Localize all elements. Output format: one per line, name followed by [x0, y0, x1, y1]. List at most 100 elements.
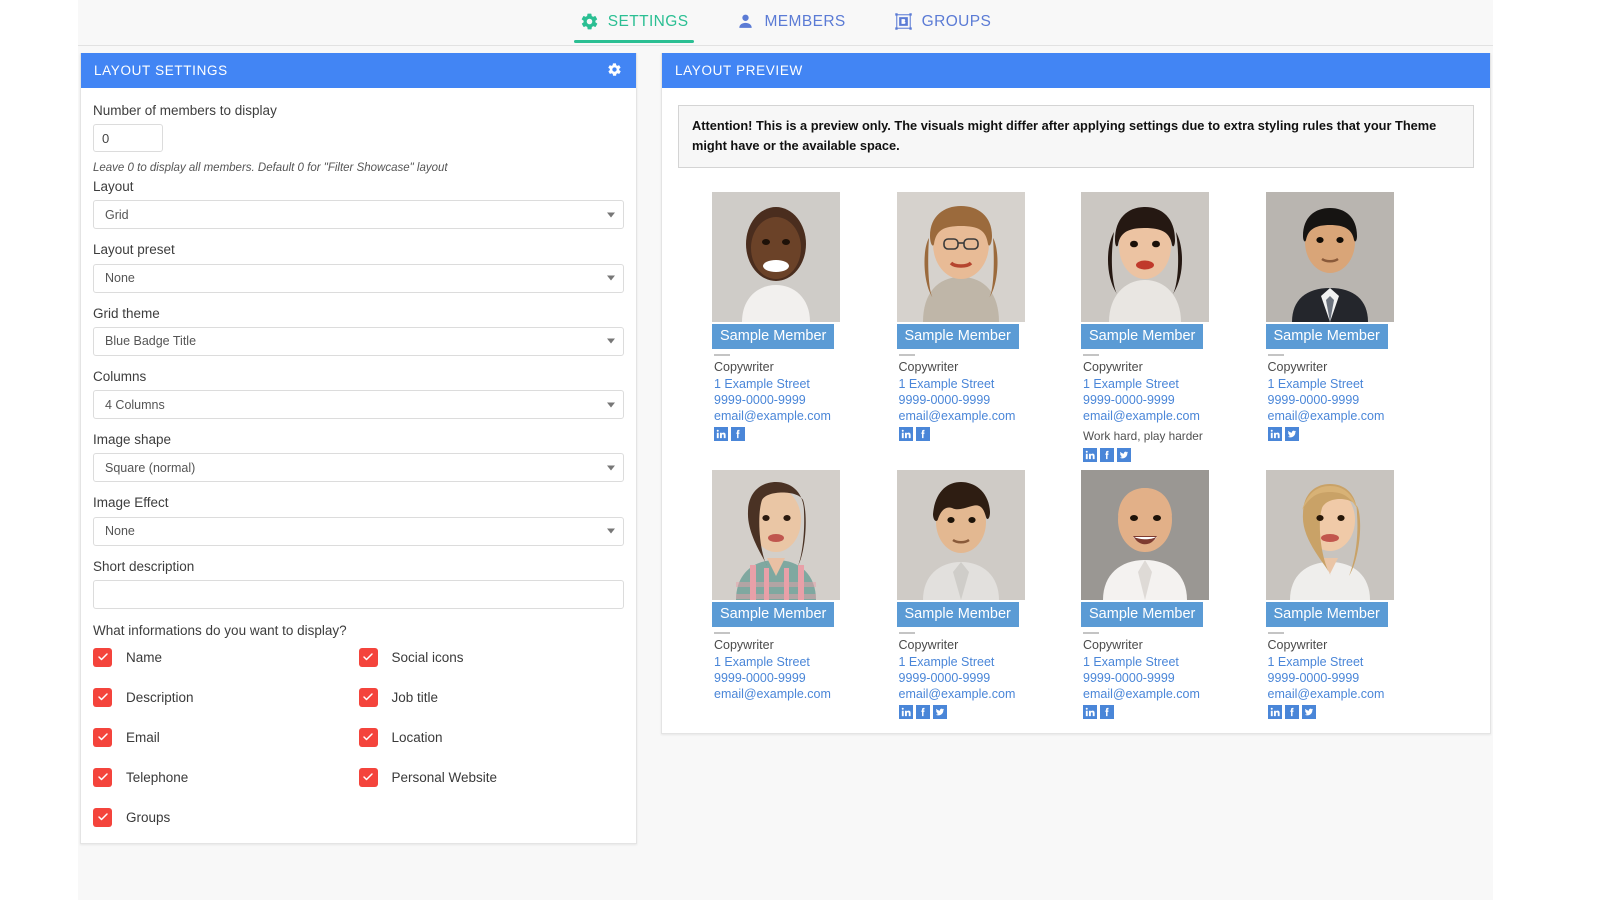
checkbox-label-job-title: Job title [391, 689, 439, 705]
facebook-icon[interactable] [915, 427, 930, 442]
checkmark-icon[interactable] [93, 767, 112, 787]
member-phone[interactable]: 9999-0000-9999 [1268, 392, 1434, 408]
image-effect-label: Image Effect [93, 495, 169, 511]
layout-select-value: Grid [105, 207, 129, 222]
member-address[interactable]: 1 Example Street [899, 654, 1065, 670]
member-address[interactable]: 1 Example Street [714, 376, 880, 392]
member-job-title: Copywriter [1083, 637, 1143, 652]
checkbox-row-description[interactable]: Description [93, 687, 359, 707]
member-card: Sample Member Copywriter 1 Example Stree… [1081, 191, 1249, 462]
image-effect-select-value: None [105, 524, 135, 539]
layout-preset-select[interactable]: None [93, 263, 624, 293]
content-wrapper: SETTINGS MEMBERS GROUPS LAYOUT SETTINGS … [78, 0, 1493, 900]
checkbox-row-name[interactable]: Name [93, 647, 359, 667]
members-count-hint: Leave 0 to display all members. Default … [93, 162, 448, 175]
facebook-icon[interactable] [1100, 705, 1114, 720]
member-email[interactable]: email@example.com [1268, 408, 1434, 424]
member-phone[interactable]: 9999-0000-9999 [1268, 670, 1434, 686]
linkedin-icon[interactable] [898, 427, 913, 442]
member-phone[interactable]: 9999-0000-9999 [899, 392, 1065, 408]
members-count-input[interactable] [93, 124, 163, 153]
short-description-input[interactable] [93, 579, 624, 609]
checkmark-icon[interactable] [93, 807, 112, 827]
member-address[interactable]: 1 Example Street [1268, 654, 1434, 670]
card-divider [714, 631, 730, 634]
checkbox-row-email[interactable]: Email [93, 727, 359, 747]
linkedin-icon[interactable] [898, 705, 913, 720]
grid-theme-select[interactable]: Blue Badge Title [93, 326, 624, 356]
tab-members[interactable]: MEMBERS [730, 12, 851, 43]
member-email[interactable]: email@example.com [714, 408, 880, 424]
image-shape-select-value: Square (normal) [105, 460, 196, 475]
member-photo [1265, 469, 1394, 600]
checkbox-row-job-title[interactable]: Job title [358, 687, 625, 707]
facebook-icon[interactable] [1100, 447, 1114, 462]
layout-select[interactable]: Grid [93, 200, 624, 230]
twitter-icon[interactable] [1301, 705, 1316, 720]
checkmark-icon[interactable] [93, 727, 112, 747]
member-card: Sample Member Copywriter 1 Example Stree… [1265, 191, 1434, 462]
member-email[interactable]: email@example.com [899, 686, 1065, 702]
member-social-links [1083, 705, 1249, 720]
facebook-icon[interactable] [1284, 705, 1299, 720]
member-address[interactable]: 1 Example Street [1083, 376, 1249, 392]
checkbox-label-name: Name [126, 649, 163, 665]
member-email[interactable]: email@example.com [1268, 686, 1434, 702]
member-phone[interactable]: 9999-0000-9999 [714, 392, 880, 408]
card-divider [1267, 631, 1284, 634]
linkedin-icon[interactable] [1083, 705, 1097, 720]
checkbox-row-telephone[interactable]: Telephone [93, 767, 359, 787]
image-effect-select[interactable]: None [93, 516, 624, 546]
linkedin-icon[interactable] [1267, 427, 1282, 442]
member-email[interactable]: email@example.com [714, 686, 880, 702]
linkedin-icon[interactable] [714, 427, 728, 442]
layout-settings-title: LAYOUT SETTINGS [94, 63, 228, 78]
tab-groups[interactable]: GROUPS [888, 12, 998, 43]
member-email[interactable]: email@example.com [899, 408, 1065, 424]
top-tabbar: SETTINGS MEMBERS GROUPS [78, 0, 1493, 46]
member-address[interactable]: 1 Example Street [1268, 376, 1434, 392]
member-card: Sample Member Copywriter 1 Example Stree… [896, 191, 1065, 462]
member-address[interactable]: 1 Example Street [714, 654, 880, 670]
member-address[interactable]: 1 Example Street [899, 376, 1065, 392]
checkmark-icon[interactable] [93, 647, 112, 667]
linkedin-icon[interactable] [1267, 705, 1282, 720]
member-photo [896, 191, 1025, 322]
checkbox-row-social-icons[interactable]: Social icons [358, 647, 625, 667]
member-email[interactable]: email@example.com [1083, 408, 1249, 424]
columns-label: Columns [93, 368, 147, 384]
checkbox-row-location[interactable]: Location [358, 727, 625, 747]
checkmark-icon[interactable] [358, 767, 378, 787]
checkbox-row-groups[interactable]: Groups [93, 807, 359, 827]
layout-preview-title: LAYOUT PREVIEW [675, 63, 803, 78]
checkmark-icon[interactable] [358, 727, 378, 747]
member-phone[interactable]: 9999-0000-9999 [714, 670, 880, 686]
gear-icon[interactable] [607, 62, 622, 80]
tab-settings[interactable]: SETTINGS [573, 12, 695, 43]
layout-preview-header: LAYOUT PREVIEW [662, 53, 1490, 88]
member-job-title: Copywriter [714, 637, 774, 652]
checkmark-icon[interactable] [358, 687, 378, 707]
member-address[interactable]: 1 Example Street [1083, 654, 1249, 670]
member-name: Sample Member [1265, 323, 1388, 349]
member-phone[interactable]: 9999-0000-9999 [1083, 670, 1249, 686]
linkedin-icon[interactable] [1083, 447, 1097, 462]
image-shape-select[interactable]: Square (normal) [93, 453, 624, 483]
grid-theme-label: Grid theme [93, 305, 160, 321]
columns-select[interactable]: 4 Columns [93, 390, 624, 420]
member-photo [712, 191, 840, 322]
checkbox-label-email: Email [126, 729, 160, 745]
checkmark-icon[interactable] [93, 687, 112, 707]
facebook-icon[interactable] [915, 705, 930, 720]
checkbox-row-personal-website[interactable]: Personal Website [358, 767, 625, 787]
member-phone[interactable]: 9999-0000-9999 [1083, 392, 1249, 408]
checkmark-icon[interactable] [358, 647, 378, 667]
layout-settings-header: LAYOUT SETTINGS [81, 53, 636, 88]
twitter-icon[interactable] [932, 705, 947, 720]
card-divider [898, 353, 915, 356]
twitter-icon[interactable] [1117, 447, 1131, 462]
member-email[interactable]: email@example.com [1083, 686, 1249, 702]
facebook-icon[interactable] [731, 427, 745, 442]
member-phone[interactable]: 9999-0000-9999 [899, 670, 1065, 686]
twitter-icon[interactable] [1284, 427, 1299, 442]
